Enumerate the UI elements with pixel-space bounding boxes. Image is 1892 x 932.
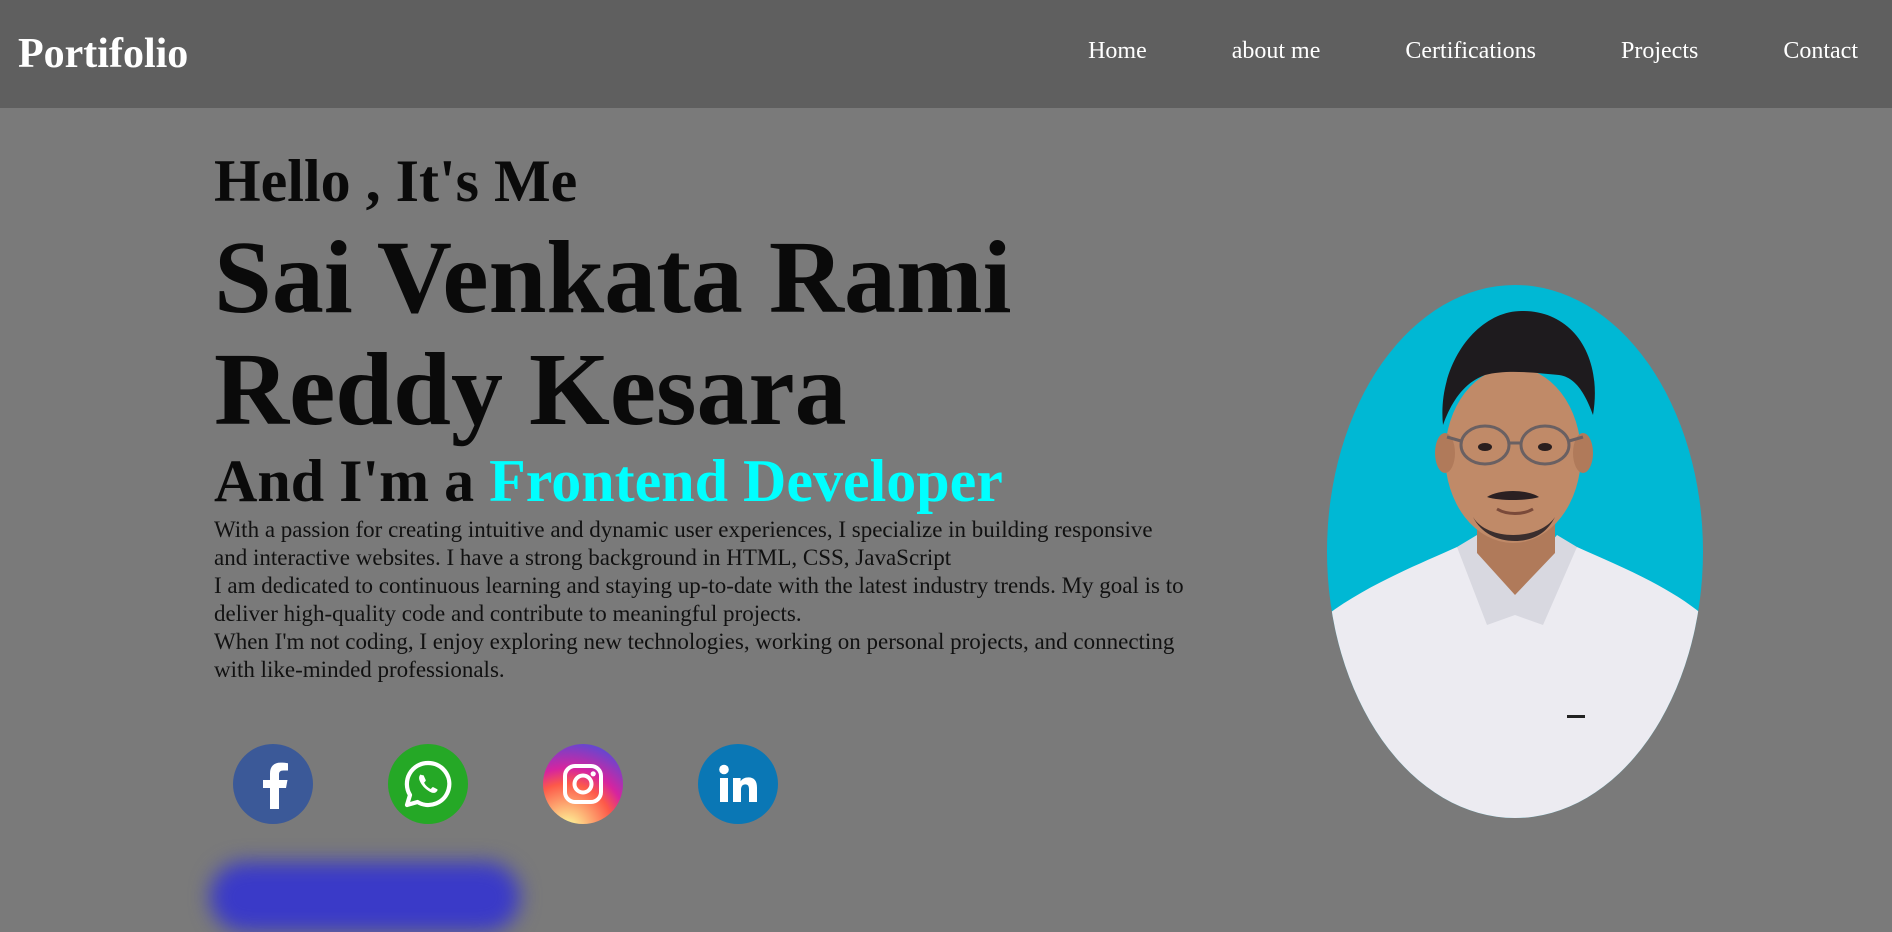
role-highlight: Frontend Developer	[489, 448, 1003, 514]
nav-link-home[interactable]: Home	[1088, 38, 1147, 65]
hero-bio: With a passion for creating intuitive an…	[214, 516, 1184, 684]
site-logo[interactable]: Portifolio	[18, 30, 188, 78]
linkedin-icon[interactable]	[698, 744, 778, 824]
hero-role: And I'm a Frontend Developer	[214, 446, 1194, 516]
hero-name: Sai Venkata Rami Reddy Kesara	[214, 220, 1012, 447]
bio-paragraph: When I'm not coding, I enjoy exploring n…	[214, 629, 1175, 682]
role-prefix: And I'm a	[214, 448, 475, 514]
nav-link-about-me[interactable]: about me	[1232, 38, 1321, 65]
nav-link-contact[interactable]: Contact	[1783, 38, 1858, 65]
hero-greeting: Hello , It's Me	[214, 148, 578, 214]
social-links	[233, 744, 853, 824]
nav-link-projects[interactable]: Projects	[1621, 38, 1698, 65]
nav-links: Home about me Certifications Projects Co…	[1088, 38, 1858, 65]
whatsapp-icon[interactable]	[388, 744, 468, 824]
navbar: Portifolio Home about me Certifications …	[0, 0, 1892, 108]
bio-paragraph: With a passion for creating intuitive an…	[214, 517, 1153, 570]
facebook-icon[interactable]	[233, 744, 313, 824]
hero-section: Hello , It's Me Sai Venkata Rami Reddy K…	[214, 140, 1194, 684]
profile-photo	[1327, 285, 1703, 818]
bio-paragraph: I am dedicated to continuous learning an…	[214, 573, 1184, 626]
cta-button[interactable]	[210, 862, 520, 932]
instagram-icon[interactable]	[543, 744, 623, 824]
nav-link-certifications[interactable]: Certifications	[1405, 38, 1536, 65]
